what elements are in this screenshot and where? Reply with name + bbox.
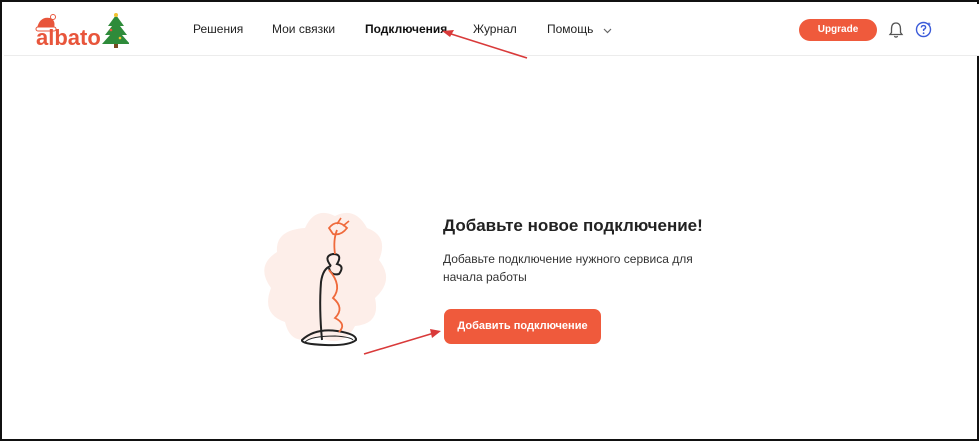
add-connection-button[interactable]: Добавить подключение — [444, 309, 601, 344]
chevron-down-icon — [603, 23, 612, 37]
help-icon[interactable] — [915, 21, 932, 38]
albato-logo[interactable]: albato — [34, 12, 130, 50]
logo-text: albato — [36, 25, 101, 50]
bell-icon[interactable] — [888, 21, 904, 39]
top-navbar: albato Решения Мои связки Подключения Жу… — [4, 4, 979, 56]
nav-help-label: Помощь — [547, 22, 594, 36]
app-window: albato Решения Мои связки Подключения Жу… — [0, 0, 979, 441]
upgrade-button[interactable]: Upgrade — [799, 19, 877, 41]
logo-graphic: albato — [35, 13, 130, 50]
nav-solutions[interactable]: Решения — [193, 22, 243, 36]
nav-journal[interactable]: Журнал — [473, 22, 517, 36]
empty-state-illustration — [257, 200, 397, 360]
nav-connections[interactable]: Подключения — [365, 22, 447, 36]
empty-state-description: Добавьте подключение нужного сервиса для… — [443, 252, 693, 284]
nav-help-dropdown[interactable]: Помощь — [547, 22, 612, 37]
empty-state-title: Добавьте новое подключение! — [443, 216, 703, 235]
nav-my-bundles[interactable]: Мои связки — [272, 22, 335, 36]
